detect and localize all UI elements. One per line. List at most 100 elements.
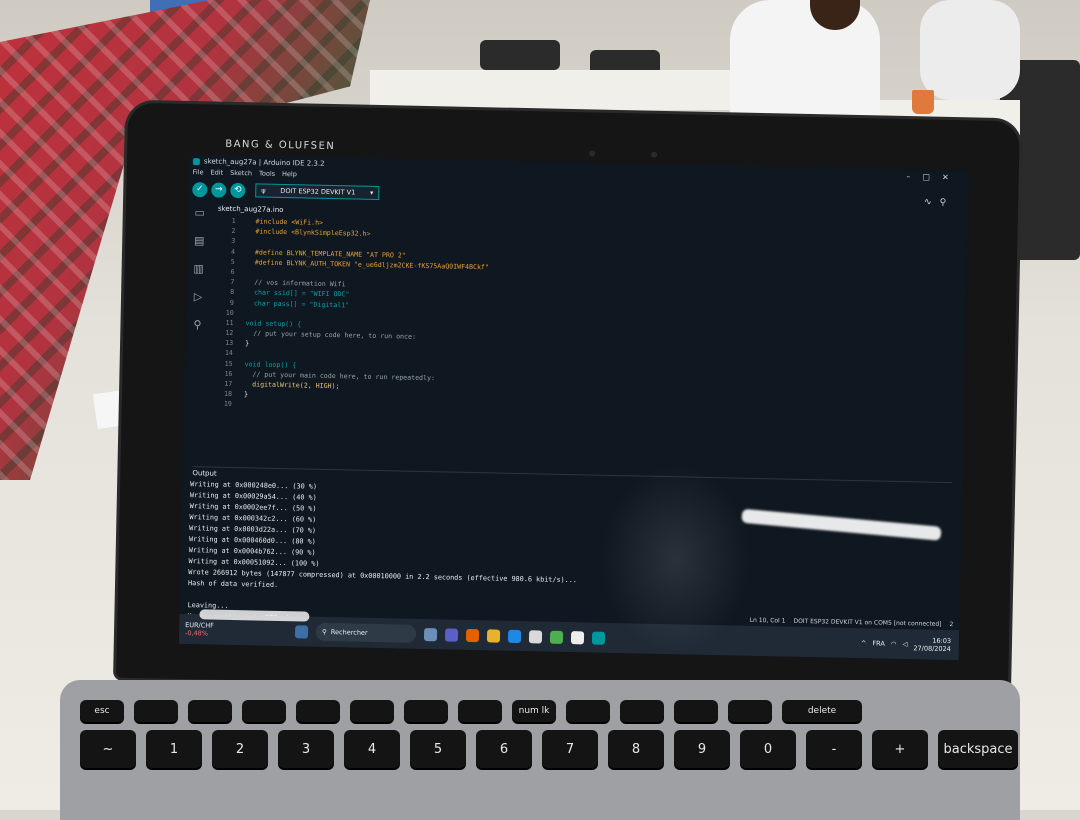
menu-sketch[interactable]: Sketch — [230, 169, 252, 179]
clock[interactable]: 16:03 27/08/2024 — [913, 636, 951, 653]
key[interactable]: 3 — [278, 730, 334, 768]
usb-icon: ψ — [261, 187, 265, 195]
serial-monitor-icon[interactable]: ⚲ — [940, 198, 947, 208]
line-number: 10 — [212, 308, 246, 319]
search-box[interactable]: ⚲ Rechercher — [316, 623, 416, 643]
window-controls: – □ ✕ — [906, 172, 948, 182]
key[interactable]: esc — [80, 700, 124, 722]
camera — [589, 150, 595, 156]
menu-tools[interactable]: Tools — [259, 169, 275, 179]
key[interactable]: backspace — [938, 730, 1018, 768]
widget-value: -0,48% — [185, 629, 255, 638]
debug-button[interactable]: ⟲ — [230, 182, 245, 197]
key[interactable] — [458, 700, 502, 722]
menu-edit[interactable]: Edit — [210, 168, 223, 178]
notification-count[interactable]: 2 — [949, 621, 953, 628]
clock-date: 27/08/2024 — [913, 644, 951, 653]
serial-plotter-icon[interactable]: ∿ — [924, 197, 932, 207]
windows-start-icon[interactable] — [295, 625, 308, 638]
line-number: 17 — [210, 380, 244, 391]
maximize-button[interactable]: □ — [922, 172, 930, 181]
function-key-row: esc num lk delete — [80, 700, 1020, 722]
folder-icon[interactable]: ▭ — [194, 206, 205, 219]
store-icon[interactable] — [529, 630, 542, 643]
search-icon: ⚲ — [322, 628, 327, 636]
key[interactable]: 5 — [410, 730, 466, 768]
language-indicator[interactable]: FRA — [872, 639, 885, 647]
key[interactable] — [404, 700, 448, 722]
key[interactable]: 1 — [146, 730, 202, 768]
window-title: sketch_aug27a | Arduino IDE 2.3.2 — [204, 157, 325, 168]
key[interactable] — [188, 700, 232, 722]
menu-help[interactable]: Help — [282, 170, 297, 180]
key[interactable] — [242, 700, 286, 722]
key[interactable] — [296, 700, 340, 722]
key[interactable]: + — [872, 730, 928, 768]
key[interactable]: delete — [782, 700, 862, 722]
debug-icon[interactable]: ▷ — [194, 290, 203, 303]
key[interactable]: 6 — [476, 730, 532, 768]
board-selector[interactable]: ψ DOIT ESP32 DEVKIT V1 ▾ — [255, 183, 379, 200]
key[interactable] — [620, 700, 664, 722]
key[interactable]: num lk — [512, 700, 556, 722]
line-number: 18 — [210, 390, 244, 401]
firefox-icon[interactable] — [466, 628, 479, 641]
code-text: } — [245, 339, 249, 349]
chevron-down-icon: ▾ — [370, 189, 373, 197]
key[interactable]: 8 — [608, 730, 664, 768]
chair — [480, 40, 560, 70]
line-number: 12 — [211, 329, 245, 340]
code-text: digitalWrite(2, HIGH); — [244, 380, 339, 392]
minimize-button[interactable]: – — [906, 172, 910, 181]
line-number: 3 — [213, 237, 247, 248]
code-text: char pass[] = "Digital1" — [246, 299, 349, 311]
key[interactable]: 7 — [542, 730, 598, 768]
chevron-up-icon[interactable]: ^ — [861, 639, 867, 647]
taskbar-apps: ⚲ Rechercher — [295, 622, 605, 646]
line-number: 15 — [211, 359, 245, 370]
upload-button[interactable]: → — [211, 182, 226, 197]
file-explorer-icon[interactable] — [487, 629, 500, 642]
line-number: 5 — [213, 257, 247, 268]
key[interactable]: ~ — [80, 730, 136, 768]
desk — [370, 70, 750, 110]
volume-icon[interactable]: ◁ — [902, 640, 907, 648]
code-editor[interactable]: 1 #include <WiFi.h>2 #include <BlynkSimp… — [209, 217, 954, 482]
close-button[interactable]: ✕ — [942, 173, 949, 182]
wifi-icon[interactable]: ◠ — [891, 640, 897, 648]
edge-icon[interactable] — [508, 629, 521, 642]
key[interactable]: 9 — [674, 730, 730, 768]
task-view-icon[interactable] — [424, 628, 437, 641]
library-icon[interactable]: ▥ — [193, 262, 204, 275]
key[interactable] — [350, 700, 394, 722]
person — [920, 0, 1020, 100]
key[interactable] — [728, 700, 772, 722]
line-number: 19 — [210, 400, 244, 411]
line-number: 6 — [212, 267, 246, 278]
file-tab[interactable]: sketch_aug27a.ino — [214, 203, 288, 217]
key[interactable] — [674, 700, 718, 722]
chrome-icon[interactable] — [550, 630, 563, 643]
key[interactable]: 2 — [212, 730, 268, 768]
line-number: 9 — [212, 298, 246, 309]
screen-reflection — [599, 463, 753, 656]
verify-button[interactable]: ✓ — [192, 182, 207, 197]
laptop-screen: sketch_aug27a | Arduino IDE 2.3.2 – □ ✕ … — [179, 154, 969, 660]
teams-icon[interactable] — [445, 628, 458, 641]
key[interactable] — [134, 700, 178, 722]
key[interactable]: 0 — [740, 730, 796, 768]
key[interactable]: 4 — [344, 730, 400, 768]
key[interactable] — [566, 700, 610, 722]
line-number: 16 — [210, 369, 244, 380]
arduino-icon — [193, 158, 200, 165]
notion-icon[interactable] — [571, 631, 584, 644]
menu-file[interactable]: File — [193, 168, 204, 178]
line-number: 4 — [213, 247, 247, 258]
code-text: } — [244, 390, 248, 400]
key[interactable]: - — [806, 730, 862, 768]
market-widget[interactable]: EUR/CHF -0,48% — [185, 621, 255, 638]
board-manager-icon[interactable]: ▤ — [194, 234, 205, 247]
search-icon[interactable]: ⚲ — [193, 318, 201, 331]
line-number: 11 — [211, 318, 245, 329]
number-key-row: ~1234567890-+ backspace — [80, 730, 1020, 768]
